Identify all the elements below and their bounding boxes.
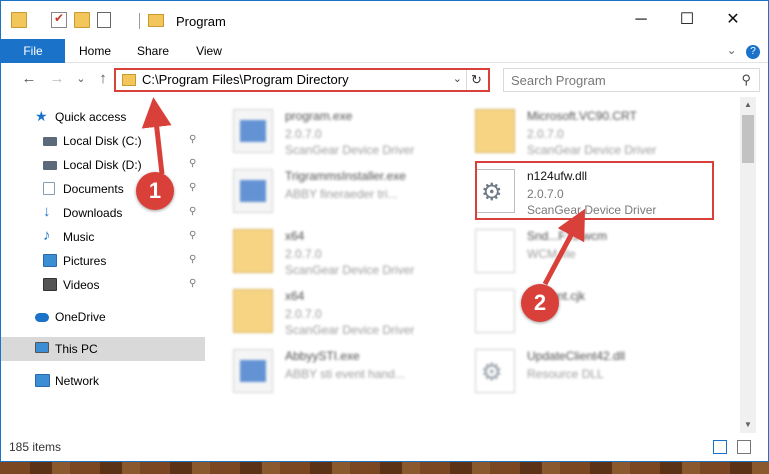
arrow-to-dll-file [542, 208, 586, 286]
callout-step-1: 1 [136, 172, 174, 210]
desktop-background [0, 462, 769, 474]
annotation-arrows [141, 97, 586, 286]
callout-step-2: 2 [521, 284, 559, 322]
arrow-to-address-bar [141, 97, 172, 175]
